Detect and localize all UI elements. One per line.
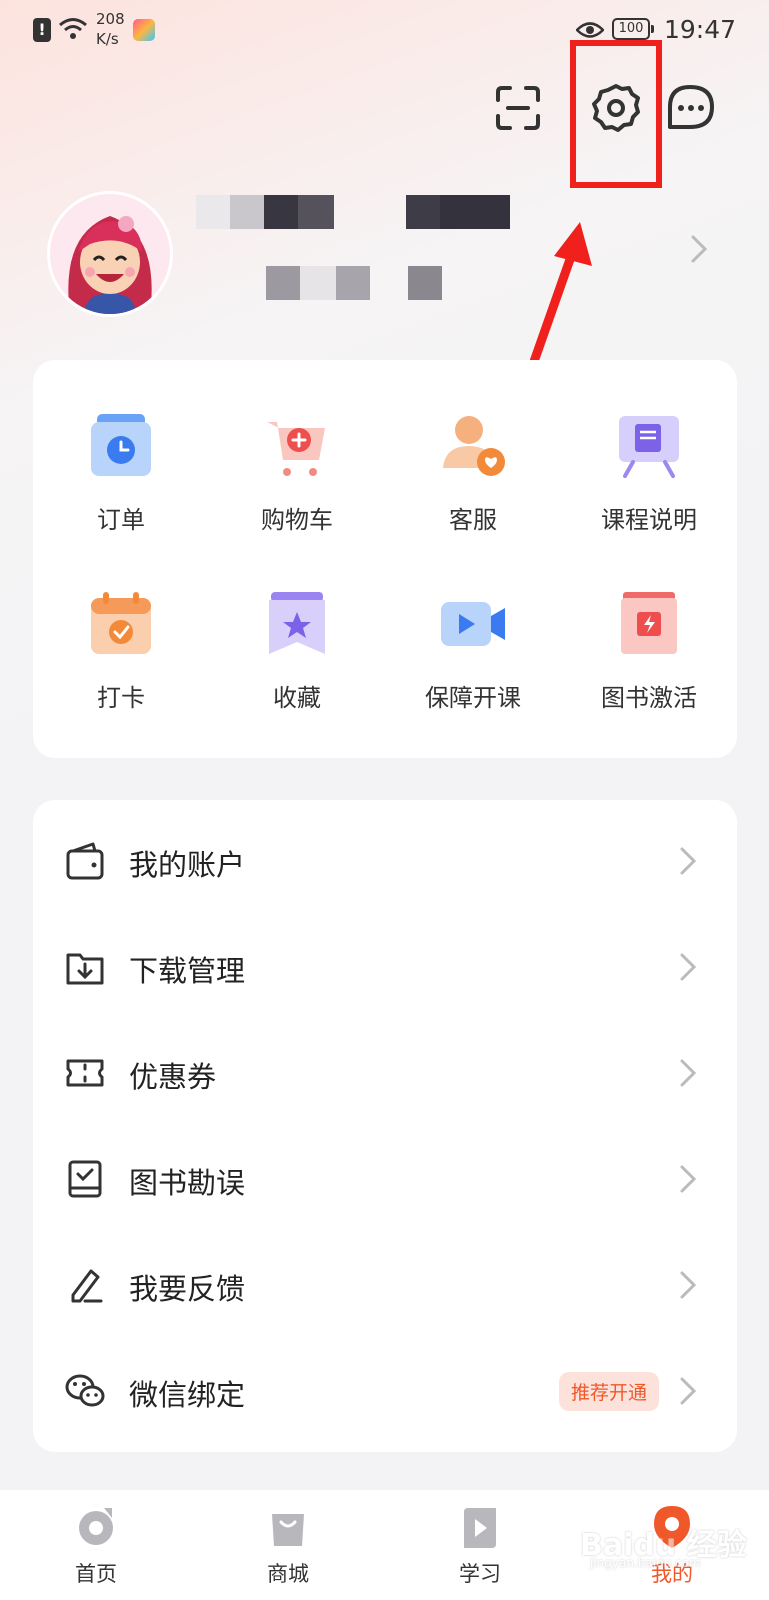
- battery-icon: 100: [612, 18, 650, 40]
- book-activate-icon: [621, 592, 677, 654]
- grid-item-guarantee-course[interactable]: 保障开课: [385, 590, 561, 750]
- grid-item-label: 订单: [97, 506, 145, 534]
- menu-item-label: 微信绑定: [129, 1378, 246, 1412]
- menu-item-wechat-binding[interactable]: 微信绑定 推荐开通: [33, 1338, 737, 1444]
- grid-item-label: 课程说明: [601, 506, 697, 534]
- chevron-right-icon: [680, 1059, 697, 1087]
- grid-item-book-activate[interactable]: 图书激活: [561, 590, 737, 750]
- tab-label: 学习: [459, 1562, 501, 1586]
- wallet-icon: [66, 842, 104, 880]
- menu-item-label: 下载管理: [129, 954, 246, 988]
- grid-item-favorite[interactable]: 收藏: [209, 590, 385, 750]
- edit-icon: [71, 1269, 103, 1303]
- shop-bag-icon: [272, 1514, 304, 1546]
- recommend-badge[interactable]: 推荐开通: [558, 1372, 659, 1411]
- play-icon: [464, 1508, 496, 1548]
- menu-item-download-manager[interactable]: 下载管理: [33, 914, 737, 1020]
- tab-home[interactable]: 首页: [0, 1490, 192, 1600]
- chevron-right-icon: [680, 1271, 697, 1299]
- tab-shop[interactable]: 商城: [192, 1490, 384, 1600]
- chevron-right-icon: [680, 847, 697, 875]
- order-icon: [91, 414, 151, 476]
- course-info-icon: [619, 416, 679, 478]
- cart-icon: [267, 422, 325, 476]
- checkin-icon: [91, 592, 151, 654]
- menu-item-label: 优惠券: [129, 1060, 217, 1094]
- eye-icon: [576, 22, 604, 38]
- scan-button[interactable]: [488, 78, 548, 138]
- message-button[interactable]: [660, 78, 720, 138]
- profile-chevron-icon[interactable]: [690, 234, 708, 264]
- message-icon: [668, 85, 714, 129]
- download-icon: [66, 953, 104, 985]
- wechat-icon: [65, 1374, 105, 1407]
- net-speed-unit: K/s: [96, 30, 119, 48]
- grid-item-label: 客服: [449, 506, 497, 534]
- grid-item-label: 打卡: [97, 684, 145, 712]
- grid-item-checkin[interactable]: 打卡: [33, 590, 209, 750]
- alert-icon: !: [33, 18, 51, 42]
- app-notification-icon: [133, 19, 155, 41]
- favorite-icon: [269, 592, 325, 654]
- menu-item-feedback[interactable]: 我要反馈: [33, 1232, 737, 1338]
- tab-label: 商城: [267, 1562, 309, 1586]
- grid-item-label: 保障开课: [425, 684, 521, 712]
- video-icon: [441, 602, 505, 646]
- menu-item-label: 我要反馈: [129, 1272, 246, 1306]
- battery-level: 100: [618, 21, 644, 36]
- tab-label: 首页: [75, 1562, 117, 1586]
- grid-item-order[interactable]: 订单: [33, 412, 209, 572]
- book-check-icon: [68, 1160, 102, 1198]
- quick-actions-card: 订单 购物车 客服 课程说明 打卡 收藏 保障开课 图书激活: [33, 360, 737, 758]
- grid-item-label: 图书激活: [601, 684, 697, 712]
- menu-item-label: 我的账户: [129, 848, 246, 882]
- username-blurred: [196, 195, 516, 229]
- chevron-right-icon: [680, 1377, 697, 1405]
- clock: 19:47: [664, 15, 737, 44]
- watermark-subtext: jingyan.baidu.com: [590, 1556, 701, 1570]
- coupon-icon: [66, 1059, 104, 1087]
- grid-item-course-info[interactable]: 课程说明: [561, 412, 737, 572]
- settings-highlight-box: [570, 40, 662, 188]
- home-icon: [79, 1508, 113, 1545]
- net-speed-value: 208: [96, 10, 125, 28]
- battery-tip: [651, 25, 654, 33]
- grid-item-customer-service[interactable]: 客服: [385, 412, 561, 572]
- tab-learn[interactable]: 学习: [384, 1490, 576, 1600]
- customer-service-icon: [443, 416, 505, 476]
- grid-item-label: 收藏: [273, 684, 321, 712]
- chevron-right-icon: [680, 953, 697, 981]
- user-id-blurred: [266, 266, 446, 300]
- avatar[interactable]: [50, 194, 170, 314]
- menu-item-coupons[interactable]: 优惠券: [33, 1020, 737, 1126]
- scan-icon: [496, 86, 540, 130]
- grid-item-cart[interactable]: 购物车: [209, 412, 385, 572]
- menu-item-book-errata[interactable]: 图书勘误: [33, 1126, 737, 1232]
- menu-card: 我的账户 下载管理 优惠券 图书勘误 我要反馈 微信绑定 推荐开通: [33, 800, 737, 1452]
- menu-item-label: 图书勘误: [129, 1166, 246, 1200]
- wifi-icon: [59, 18, 87, 39]
- menu-item-my-account[interactable]: 我的账户: [33, 808, 737, 914]
- avatar-cartoon-icon: [50, 194, 170, 314]
- chevron-right-icon: [680, 1165, 697, 1193]
- grid-item-label: 购物车: [261, 506, 333, 534]
- watermark: Baidu 经验 jingyan.baidu.com: [580, 1520, 760, 1580]
